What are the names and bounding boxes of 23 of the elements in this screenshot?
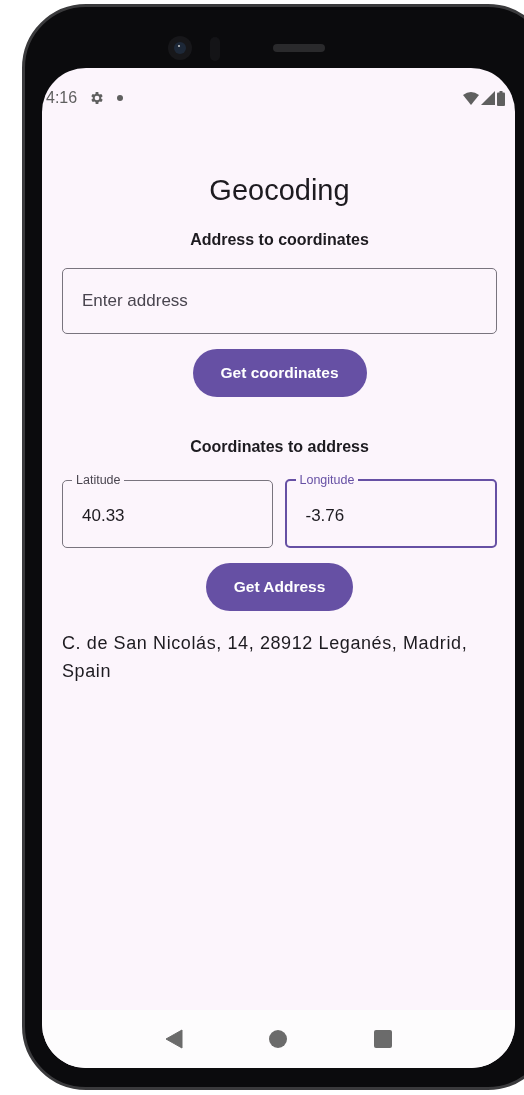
field-value: -3.76	[305, 506, 346, 526]
section-heading: Coordinates to address	[190, 437, 369, 457]
back-icon[interactable]	[165, 1029, 184, 1049]
speaker-grille	[273, 44, 325, 52]
camera-icon	[168, 36, 192, 60]
address-field[interactable]: Enter address	[62, 268, 497, 334]
section-heading: Address to coordinates	[190, 230, 369, 250]
app-title: Geocoding	[209, 173, 350, 208]
coordinate-field[interactable]: Latitude 40.33	[62, 473, 273, 548]
address-result: C. de San Nicolás, 14, 28912 Leganés, Madrid, Spain	[62, 632, 469, 683]
recents-icon[interactable]	[373, 1030, 392, 1048]
battery-icon	[497, 90, 505, 106]
wifi-icon	[463, 91, 479, 105]
field-label: Latitude	[75, 473, 122, 487]
field-value: 40.33	[82, 506, 126, 526]
field-label: Longitude	[298, 473, 356, 487]
notification-dot-icon	[117, 95, 124, 101]
home-icon[interactable]	[269, 1030, 288, 1048]
coordinate-field[interactable]: Longitude -3.76	[284, 473, 497, 548]
status-time: 4:16	[46, 89, 78, 107]
get-address-button[interactable]: Get Address	[205, 563, 354, 611]
signal-icon	[481, 91, 495, 105]
get-coordinates-button[interactable]: Get coordinates	[192, 349, 367, 397]
